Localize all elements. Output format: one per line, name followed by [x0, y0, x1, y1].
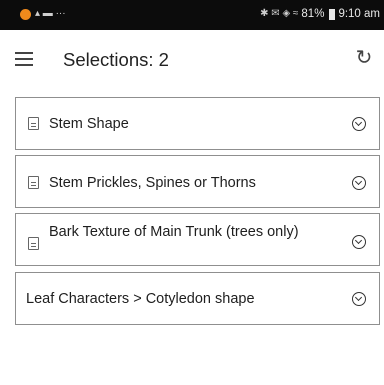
refresh-icon[interactable]: ↻: [354, 48, 374, 68]
app-toolbar: [0, 30, 384, 88]
document-icon: [28, 117, 39, 130]
battery-percent: 81%: [301, 8, 325, 20]
card-label: Leaf Characters > Cotyledon shape: [26, 291, 255, 307]
chevron-down-icon[interactable]: [352, 117, 366, 131]
selection-card-cotyledon-shape[interactable]: Leaf Characters > Cotyledon shape: [15, 272, 380, 325]
document-icon: [28, 237, 39, 250]
notification-icons: ▴ ▬ ···: [35, 8, 66, 19]
selection-card-bark-texture[interactable]: Bark Texture of Main Trunk (trees only): [15, 213, 380, 266]
card-label: Stem Prickles, Spines or Thorns: [49, 175, 256, 191]
chevron-down-icon[interactable]: [352, 292, 366, 306]
battery-icon: [329, 8, 336, 20]
selection-card-stem-prickles[interactable]: Stem Prickles, Spines or Thorns: [15, 155, 380, 208]
page-title: Selections: 2: [63, 49, 169, 70]
app-notification-icon: [20, 8, 31, 20]
card-label: Stem Shape: [49, 116, 129, 132]
selection-card-stem-shape[interactable]: Stem Shape: [15, 97, 380, 150]
system-status: ✱ ✉ ◈ ≈ 81% 9:10 am: [260, 8, 380, 20]
chevron-down-icon[interactable]: [352, 176, 366, 190]
signal-icons: ✱ ✉ ◈ ≈: [260, 8, 299, 19]
card-label: Bark Texture of Main Trunk (trees only): [49, 224, 299, 240]
hamburger-menu-icon[interactable]: [15, 52, 33, 66]
clock: 9:10 am: [338, 8, 380, 20]
status-bar: ▴ ▬ ··· ✱ ✉ ◈ ≈ 81% 9:10 am: [0, 0, 384, 30]
notification-area: ▴ ▬ ···: [20, 8, 66, 20]
chevron-down-icon[interactable]: [352, 235, 366, 249]
document-icon: [28, 176, 39, 189]
